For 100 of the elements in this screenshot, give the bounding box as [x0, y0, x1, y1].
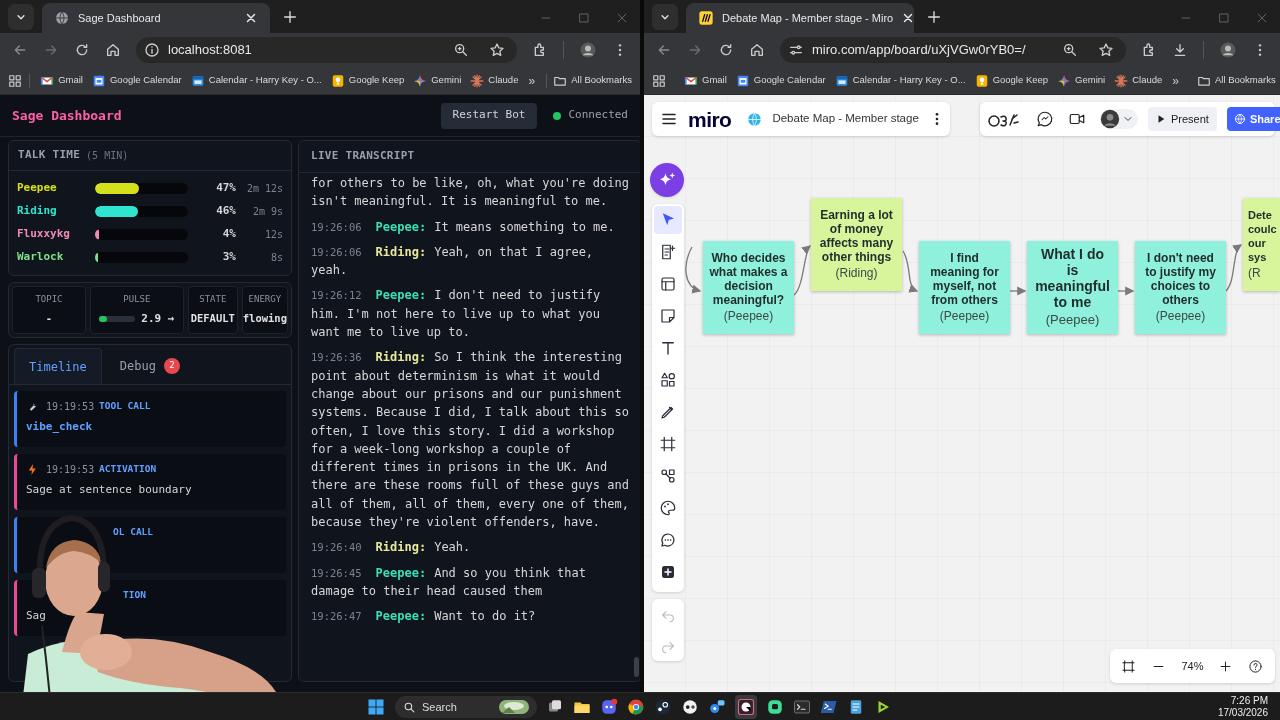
plus-icon[interactable]: [282, 9, 298, 25]
plus-icon[interactable]: [926, 9, 942, 25]
connector-arrow[interactable]: [1117, 286, 1135, 296]
sticky-note[interactable]: I don't need to justify my choices to others (Peepee): [1135, 241, 1226, 334]
scrollbar-thumb[interactable]: [634, 657, 639, 677]
fit-screen-icon[interactable]: [1121, 658, 1137, 674]
home-icon[interactable]: [105, 42, 121, 58]
close-icon[interactable]: [244, 11, 258, 25]
reload-icon[interactable]: [718, 42, 734, 58]
steam-icon[interactable]: [654, 698, 672, 716]
address-bar[interactable]: miro.com/app/board/uXjVGw0rYB0=/: [780, 37, 1126, 63]
avatar-icon[interactable]: [1219, 41, 1237, 59]
reload-icon[interactable]: [74, 42, 90, 58]
frame-icon[interactable]: [659, 435, 677, 453]
sticky-note[interactable]: Who decides what makes a decision meaningful? (Peepee): [703, 241, 794, 334]
logo-text[interactable]: miro: [688, 108, 732, 130]
connector-arrow[interactable]: [1009, 286, 1027, 296]
sticky-note-icon[interactable]: [659, 307, 677, 325]
maximize-icon[interactable]: [1218, 12, 1230, 24]
board-title[interactable]: Debate Map - Member stage: [772, 110, 919, 128]
connector-arrow[interactable]: [685, 246, 702, 293]
apps-grid-icon[interactable]: [8, 73, 22, 88]
transcript-entry: 19:26:45 Peepee: And so you think that damage to their head caused them: [311, 564, 587, 600]
bookmark-link[interactable]: Gmail: [680, 73, 731, 88]
app-icon[interactable]: [681, 698, 699, 716]
document-plus-icon[interactable]: [659, 243, 677, 261]
bookmark-link[interactable]: Claude: [1110, 73, 1167, 88]
network-icon[interactable]: [708, 698, 726, 716]
all-bookmarks-button[interactable]: All Bookmarks: [553, 73, 632, 88]
tab-search-button[interactable]: [652, 4, 678, 30]
sticky-note[interactable]: I find meaning for myself, not from others (Peepee): [919, 241, 1010, 334]
connector-arrow[interactable]: [793, 244, 811, 296]
tab-search-button[interactable]: [8, 4, 34, 30]
time-window-label: (5 MIN): [86, 149, 129, 163]
back-icon[interactable]: [656, 42, 672, 58]
panel-title: LIVE TRANSCRIPT: [311, 148, 415, 165]
palette-icon[interactable]: [659, 499, 677, 517]
bookmark-link[interactable]: Google Calendar: [731, 73, 830, 88]
address-bar[interactable]: localhost:8081: [136, 37, 517, 63]
bookmark-link[interactable]: Calendar - Harry Key - O...: [830, 73, 970, 88]
bookmark-link[interactable]: Calendar - Harry Key - O...: [186, 73, 326, 88]
layout-icon[interactable]: [659, 275, 677, 293]
sticky-note[interactable]: What I do is meaningful to me (Peepee): [1027, 241, 1118, 334]
connector-arrow[interactable]: [902, 250, 919, 292]
avatar-menu[interactable]: [1100, 109, 1138, 129]
app-icon[interactable]: [766, 698, 784, 716]
avatar-icon[interactable]: [579, 41, 597, 59]
more-bookmarks-button[interactable]: »: [1168, 71, 1183, 90]
bookmark-link[interactable]: Gemini: [1053, 73, 1110, 88]
shell-icon[interactable]: [820, 698, 838, 716]
zoom-in-icon[interactable]: [1218, 658, 1234, 674]
bookmark-link[interactable]: Gmail: [36, 73, 87, 88]
diagram-icon[interactable]: [659, 467, 677, 485]
zoom-level[interactable]: 74%: [1181, 657, 1204, 675]
note-author: (Peepee): [1155, 307, 1206, 325]
tab[interactable]: Debug 2: [105, 348, 194, 384]
bookmark-link[interactable]: Gemini: [409, 73, 466, 88]
zoom-icon[interactable]: [1062, 42, 1078, 58]
event-text: Sage at sentence boundary: [26, 482, 193, 498]
search-field[interactable]: Search: [395, 696, 537, 718]
app-icon[interactable]: [737, 698, 755, 716]
home-icon[interactable]: [749, 42, 765, 58]
comment-icon[interactable]: [659, 531, 677, 549]
bookmark-link[interactable]: Claude: [466, 73, 523, 88]
back-icon[interactable]: [12, 42, 28, 58]
connector-arrow[interactable]: [1225, 244, 1242, 292]
chat-icon[interactable]: [1036, 110, 1054, 128]
apps-grid-icon[interactable]: [652, 73, 666, 88]
cursor-tool[interactable]: [654, 206, 682, 234]
maximize-icon[interactable]: [578, 12, 590, 24]
more-bookmarks-button[interactable]: »: [524, 71, 540, 90]
star-icon[interactable]: [489, 42, 505, 58]
clock-date[interactable]: 17/03/2026: [1217, 707, 1268, 719]
download-icon[interactable]: [1172, 42, 1188, 58]
star-icon[interactable]: [1098, 42, 1114, 58]
bookmark-link[interactable]: Google Calendar: [87, 73, 186, 88]
browser-tab[interactable]: Debate Map - Member stage - Miro: [686, 3, 914, 33]
present-button[interactable]: Present: [1148, 107, 1217, 131]
all-bookmarks-button[interactable]: All Bookmarks: [1197, 73, 1276, 88]
landscape-icon: [499, 700, 529, 714]
clock-time[interactable]: 7:26 PM: [1230, 695, 1268, 707]
bookmark-link[interactable]: Google Keep: [970, 73, 1053, 88]
share-button[interactable]: Share: [1226, 107, 1280, 131]
terminal-icon[interactable]: [793, 698, 811, 716]
browser-icon[interactable]: [627, 698, 645, 716]
help-icon[interactable]: [1248, 658, 1264, 674]
tab[interactable]: Timeline: [14, 348, 102, 384]
windows-icon[interactable]: [366, 697, 386, 717]
browser-tab[interactable]: Sage Dashboard: [42, 3, 270, 33]
chat-app-icon[interactable]: [600, 698, 618, 716]
shapes-icon[interactable]: [659, 371, 677, 389]
restart-button[interactable]: Restart Bot: [440, 102, 538, 129]
transcript-entry: 19:26:06 Riding: Yeah, on that I agree, yeah.: [311, 243, 595, 280]
calendar-icon: [834, 73, 849, 88]
zoom-icon[interactable]: [453, 42, 469, 58]
bookmark-link[interactable]: Google Keep: [326, 73, 409, 88]
sticky-note[interactable]: Earning a lot of money affects many other things (Riding): [811, 198, 902, 291]
plus-icon[interactable]: [659, 563, 677, 581]
sticky-note[interactable]: Dete coulc our sys (R: [1243, 198, 1280, 291]
text-icon[interactable]: [659, 339, 677, 357]
